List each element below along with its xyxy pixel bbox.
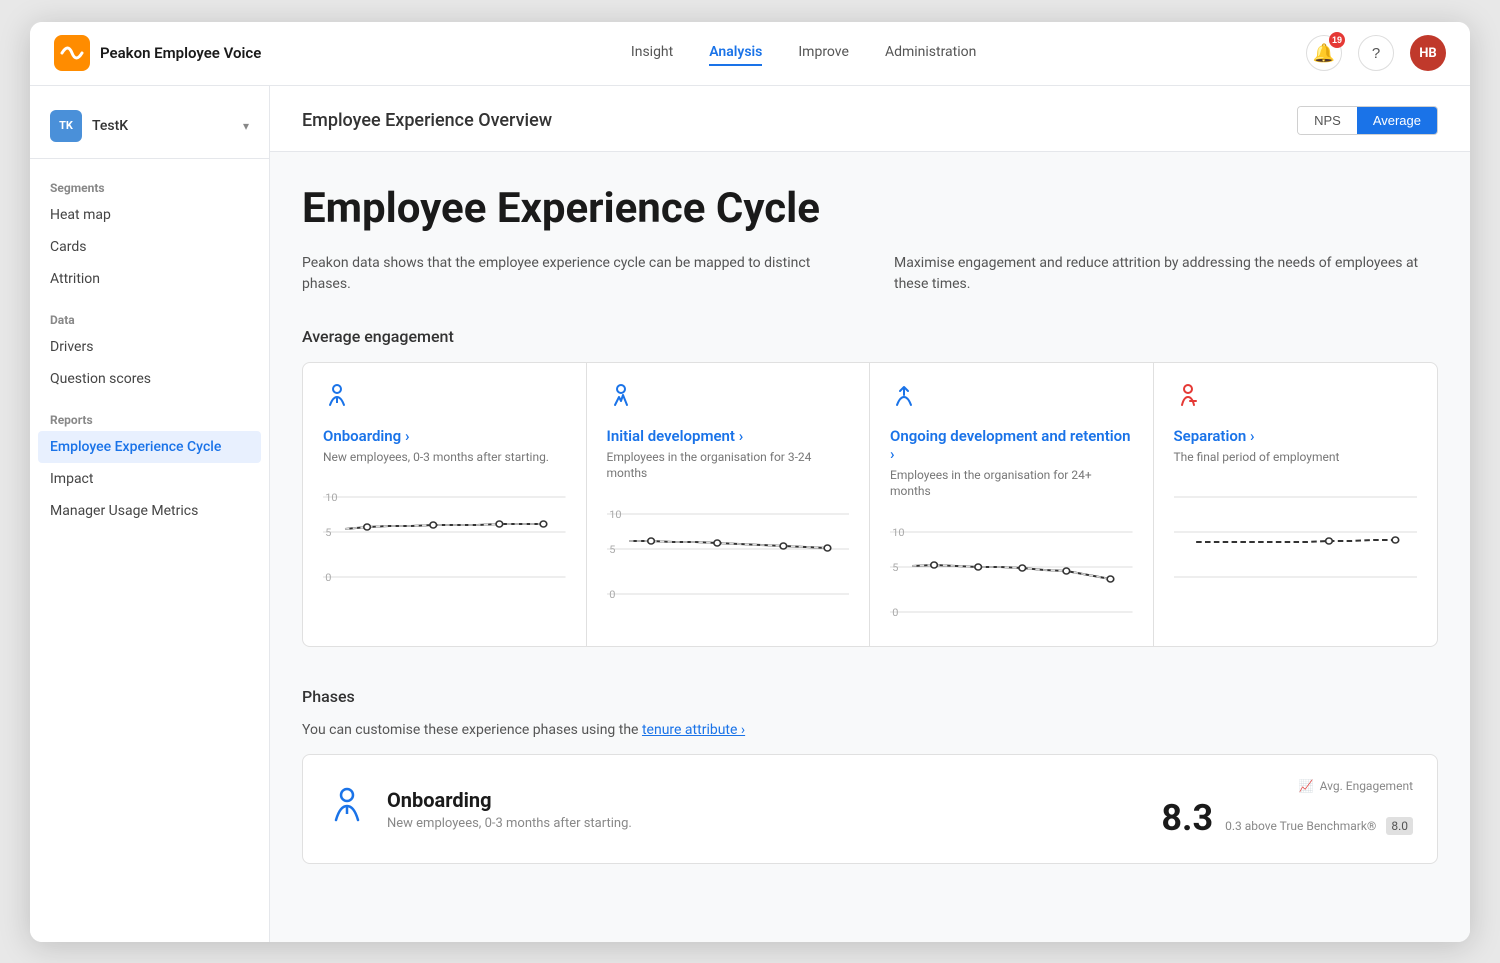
benchmark-value: 8.0 (1386, 817, 1413, 835)
trending-icon: 📈 (1299, 779, 1314, 793)
onboarding-detail-icon (327, 786, 367, 833)
phases-intro-text: You can customise these experience phase… (302, 722, 1438, 738)
svg-text:5: 5 (325, 527, 331, 539)
nav-analysis[interactable]: Analysis (709, 40, 762, 66)
onboarding-detail-card[interactable]: Onboarding New employees, 0-3 months aft… (302, 754, 1438, 864)
onboarding-name: Onboarding › (323, 427, 566, 445)
chevron-down-icon: ▾ (243, 119, 249, 133)
app-window: Peakon Employee Voice Insight Analysis I… (30, 22, 1470, 942)
separation-name: Separation › (1174, 427, 1418, 445)
onboarding-detail-name: Onboarding (387, 788, 1141, 812)
sidebar-item-manager-usage[interactable]: Manager Usage Metrics (30, 495, 269, 527)
notifications-button[interactable]: 🔔 19 (1306, 35, 1342, 71)
content-header-title: Employee Experience Overview (302, 110, 552, 131)
nav-administration[interactable]: Administration (885, 40, 976, 66)
phase-card-onboarding[interactable]: Onboarding › New employees, 0-3 months a… (303, 363, 587, 647)
onboarding-detail-stats: 📈 Avg. Engagement 8.3 0.3 above True Ben… (1161, 779, 1413, 839)
separation-desc: The final period of employment (1174, 449, 1418, 466)
user-name: TestK (92, 118, 233, 134)
user-initials: TK (50, 110, 82, 142)
app-title: Peakon Employee Voice (100, 44, 261, 62)
logo-icon (54, 35, 90, 71)
nav-right: 🔔 19 ? HB (1306, 35, 1446, 71)
reports-section-title: Reports (30, 407, 269, 431)
initial-dev-chart: 10 5 0 (607, 494, 850, 604)
separation-icon (1174, 383, 1418, 417)
ongoing-dev-chart: 10 5 0 (890, 512, 1133, 622)
svg-text:10: 10 (609, 509, 621, 521)
score-toggle-group: NPS Average (1297, 106, 1438, 135)
average-toggle[interactable]: Average (1357, 107, 1437, 134)
nav-insight[interactable]: Insight (631, 40, 673, 66)
sidebar-item-heatmap[interactable]: Heat map (30, 199, 269, 231)
svg-text:5: 5 (609, 544, 615, 556)
tenure-attribute-link[interactable]: tenure attribute › (642, 722, 745, 738)
phase-card-initial[interactable]: Initial development › Employees in the o… (587, 363, 871, 647)
phases-section-title: Phases (302, 687, 1438, 706)
sidebar-user[interactable]: TK TestK ▾ (30, 102, 269, 159)
phases-section: Phases You can customise these experienc… (302, 687, 1438, 864)
phase-card-ongoing[interactable]: Ongoing development and retention › Empl… (870, 363, 1154, 647)
main-content: Employee Experience Overview NPS Average… (270, 86, 1470, 942)
question-icon: ? (1372, 45, 1380, 62)
body-layout: TK TestK ▾ Segments Heat map Cards Attri… (30, 86, 1470, 942)
sidebar-item-drivers[interactable]: Drivers (30, 331, 269, 363)
user-avatar-button[interactable]: HB (1410, 35, 1446, 71)
intro-right: Maximise engagement and reduce attrition… (894, 253, 1438, 295)
onboarding-detail-sub: New employees, 0-3 months after starting… (387, 816, 1141, 831)
ongoing-dev-icon (890, 383, 1133, 417)
separation-chart (1174, 477, 1418, 587)
initial-dev-name: Initial development › (607, 427, 850, 445)
avg-engagement-label: 📈 Avg. Engagement (1299, 779, 1413, 793)
svg-text:10: 10 (325, 492, 337, 504)
content-header: Employee Experience Overview NPS Average (270, 86, 1470, 152)
initial-dev-desc: Employees in the organisation for 3-24 m… (607, 449, 850, 483)
top-nav: Peakon Employee Voice Insight Analysis I… (30, 22, 1470, 86)
sidebar-item-cards[interactable]: Cards (30, 231, 269, 263)
phase-cards-grid: Onboarding › New employees, 0-3 months a… (302, 362, 1438, 648)
onboarding-icon (323, 383, 566, 417)
avg-engagement-title: Average engagement (302, 327, 1438, 346)
onboarding-chart: 10 5 0 (323, 477, 566, 587)
nps-toggle[interactable]: NPS (1298, 107, 1357, 134)
above-benchmark-text: 0.3 above True Benchmark® (1225, 819, 1376, 833)
intro-columns: Peakon data shows that the employee expe… (302, 253, 1438, 295)
intro-left: Peakon data shows that the employee expe… (302, 253, 846, 295)
ongoing-dev-desc: Employees in the organisation for 24+ mo… (890, 467, 1133, 501)
engagement-score: 8.3 (1161, 797, 1213, 839)
onboarding-desc: New employees, 0-3 months after starting… (323, 449, 566, 466)
svg-text:0: 0 (609, 589, 615, 601)
sidebar: TK TestK ▾ Segments Heat map Cards Attri… (30, 86, 270, 942)
logo-area: Peakon Employee Voice (54, 35, 261, 71)
nav-improve[interactable]: Improve (798, 40, 849, 66)
ongoing-dev-name: Ongoing development and retention › (890, 427, 1133, 463)
onboarding-detail-info: Onboarding New employees, 0-3 months aft… (387, 788, 1141, 831)
segments-section-title: Segments (30, 175, 269, 199)
svg-text:0: 0 (892, 607, 898, 619)
sidebar-item-question-scores[interactable]: Question scores (30, 363, 269, 395)
sidebar-item-impact[interactable]: Impact (30, 463, 269, 495)
nav-links: Insight Analysis Improve Administration (301, 40, 1306, 66)
sidebar-item-attrition[interactable]: Attrition (30, 263, 269, 295)
notification-badge: 19 (1329, 32, 1345, 48)
page-heading: Employee Experience Cycle (302, 184, 1438, 233)
content-body: Employee Experience Cycle Peakon data sh… (270, 152, 1470, 905)
data-section-title: Data (30, 307, 269, 331)
sidebar-item-eec[interactable]: Employee Experience Cycle (38, 431, 261, 463)
initial-dev-icon (607, 383, 850, 417)
svg-text:10: 10 (892, 527, 904, 539)
phase-card-separation[interactable]: Separation › The final period of employm… (1154, 363, 1438, 647)
help-button[interactable]: ? (1358, 35, 1394, 71)
svg-text:0: 0 (325, 572, 331, 584)
svg-text:5: 5 (892, 562, 898, 574)
